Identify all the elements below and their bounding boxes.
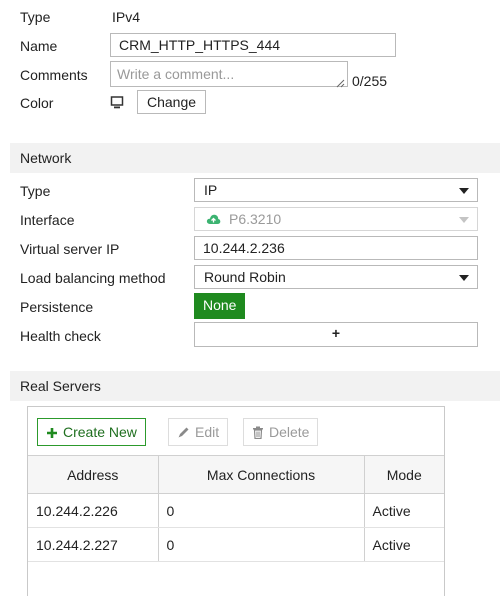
interface-value: P6.3210 bbox=[229, 211, 282, 227]
trash-icon bbox=[252, 426, 264, 439]
column-header-max-connections[interactable]: Max Connections bbox=[157, 455, 364, 494]
vip-label: Virtual server IP bbox=[20, 241, 120, 257]
comments-placeholder: Write a comment... bbox=[117, 66, 235, 82]
network-section-title: Network bbox=[20, 150, 72, 166]
lb-method-label: Load balancing method bbox=[20, 270, 166, 286]
pencil-icon bbox=[177, 426, 190, 439]
name-label: Name bbox=[20, 38, 58, 54]
change-color-button[interactable]: Change bbox=[137, 90, 207, 114]
network-type-value: IP bbox=[204, 182, 218, 198]
plus-icon: + bbox=[331, 325, 341, 341]
chevron-down-icon bbox=[459, 275, 469, 281]
edit-button[interactable]: Edit bbox=[168, 418, 229, 446]
type-label: Type bbox=[20, 9, 51, 25]
health-check-add[interactable]: + bbox=[194, 322, 478, 347]
real-servers-section-title: Real Servers bbox=[20, 378, 101, 394]
name-input[interactable]: CRM_HTTP_HTTPS_444 bbox=[110, 33, 396, 57]
interface-label: Interface bbox=[20, 212, 75, 228]
comments-textarea[interactable]: Write a comment... bbox=[110, 61, 348, 88]
column-header-address[interactable]: Address bbox=[28, 455, 158, 494]
table-row[interactable]: 10.244.2.226 0 Active bbox=[28, 493, 444, 528]
delete-button[interactable]: Delete bbox=[243, 418, 319, 446]
table-row[interactable]: 10.244.2.227 0 Active bbox=[28, 527, 444, 562]
create-new-button[interactable]: Create New bbox=[37, 418, 146, 446]
network-section-header: Network bbox=[10, 143, 500, 173]
column-header-mode[interactable]: Mode bbox=[363, 455, 444, 494]
interface-select: P6.3210 bbox=[194, 207, 478, 231]
real-servers-panel: Create New Edit Delete Address Max Conne… bbox=[27, 406, 445, 596]
max-connections-cell: 0 bbox=[157, 527, 364, 562]
network-type-label: Type bbox=[20, 183, 51, 199]
chevron-down-icon bbox=[459, 188, 469, 194]
cloud-icon bbox=[206, 213, 221, 225]
table-header-row: Address Max Connections Mode bbox=[28, 455, 444, 494]
delete-label: Delete bbox=[269, 424, 310, 440]
vip-input[interactable]: 10.244.2.236 bbox=[194, 236, 478, 260]
chevron-down-icon bbox=[459, 217, 469, 223]
max-connections-cell: 0 bbox=[157, 493, 364, 528]
comments-counter: 0/255 bbox=[352, 73, 388, 89]
edit-label: Edit bbox=[195, 424, 220, 440]
resize-grip-icon[interactable] bbox=[336, 75, 345, 88]
lb-method-select[interactable]: Round Robin bbox=[194, 265, 478, 289]
health-check-label: Health check bbox=[20, 328, 101, 344]
persistence-none-option[interactable]: None bbox=[194, 293, 246, 319]
mode-cell: Active bbox=[363, 527, 444, 562]
mode-cell: Active bbox=[363, 493, 444, 528]
address-cell: 10.244.2.227 bbox=[28, 527, 158, 562]
network-type-select[interactable]: IP bbox=[194, 178, 478, 202]
plus-icon bbox=[46, 427, 58, 439]
real-servers-table: Address Max Connections Mode 10.244.2.22… bbox=[28, 455, 444, 562]
create-new-label: Create New bbox=[63, 424, 137, 440]
persistence-label: Persistence bbox=[20, 299, 94, 315]
color-label: Color bbox=[20, 95, 54, 111]
type-value: IPv4 bbox=[112, 9, 141, 25]
address-cell: 10.244.2.226 bbox=[28, 493, 158, 528]
monitor-icon bbox=[110, 96, 124, 109]
lb-method-value: Round Robin bbox=[204, 269, 286, 285]
comments-label: Comments bbox=[20, 67, 88, 83]
real-servers-section-header: Real Servers bbox=[10, 371, 500, 401]
